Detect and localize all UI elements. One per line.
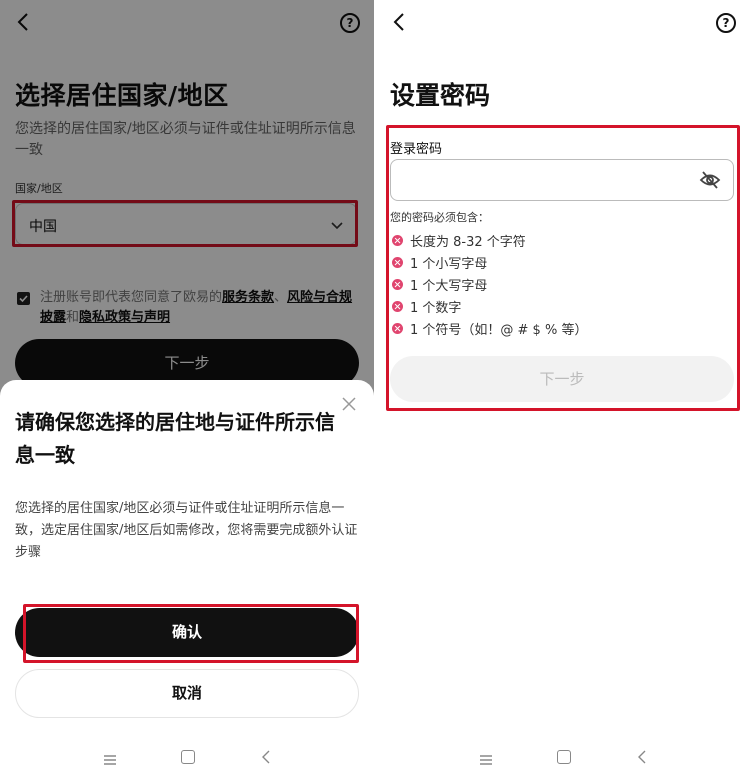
menu-icon[interactable] xyxy=(103,752,117,766)
cancel-button[interactable]: 取消 xyxy=(15,669,359,718)
sheet-description: 您选择的居住国家/地区必须与证件或住址证明所示信息一致，选定居住国家/地区后如需… xyxy=(15,501,358,560)
system-nav-bar xyxy=(0,739,374,783)
password-input[interactable] xyxy=(390,159,734,201)
requirement-item: 长度为 8-32 个字符 xyxy=(392,229,587,251)
requirement-item: 1 个大写字母 xyxy=(392,273,587,295)
password-label: 登录密码 xyxy=(390,142,443,157)
back-icon[interactable] xyxy=(635,749,649,765)
confirm-residence-sheet: 请确保您选择的居住地与证件所示信息一致 您选择的居住国家/地区必须与证件或住址证… xyxy=(0,380,374,783)
requirement-item: 1 个数字 xyxy=(392,295,587,317)
sheet-title: 请确保您选择的居住地与证件所示信息一致 xyxy=(15,410,335,467)
requirements-list: 长度为 8-32 个字符 1 个小写字母 1 个大写字母 1 个数字 1 个符号… xyxy=(392,229,587,339)
help-icon[interactable]: ? xyxy=(716,13,738,35)
highlight-confirm-button xyxy=(23,604,359,663)
home-icon[interactable] xyxy=(557,750,571,764)
back-icon[interactable] xyxy=(390,10,410,34)
page-title: 设置密码 xyxy=(390,81,491,110)
eye-off-icon[interactable] xyxy=(699,170,721,190)
requirement-item: 1 个符号（如！@ # $ % 等） xyxy=(392,317,587,339)
error-dot-icon xyxy=(392,256,403,268)
back-icon[interactable] xyxy=(259,749,273,765)
home-icon[interactable] xyxy=(181,750,195,764)
menu-icon[interactable] xyxy=(479,752,493,766)
error-dot-icon xyxy=(392,322,403,334)
system-nav-bar xyxy=(376,739,750,783)
right-screen: ? 设置密码 登录密码 您的密码必须包含： 长度为 8-32 个字符 1 个小写… xyxy=(376,0,750,783)
error-dot-icon xyxy=(392,278,403,290)
left-screen: ? 选择居住国家/地区 您选择的居住国家/地区必须与证件或住址证明所示信息一致 … xyxy=(0,0,374,783)
error-dot-icon xyxy=(392,234,403,246)
requirement-item: 1 个小写字母 xyxy=(392,251,587,273)
next-button-disabled[interactable]: 下一步 xyxy=(390,356,734,402)
error-dot-icon xyxy=(392,300,403,312)
requirements-title: 您的密码必须包含： xyxy=(390,211,489,224)
close-icon[interactable] xyxy=(341,396,357,412)
